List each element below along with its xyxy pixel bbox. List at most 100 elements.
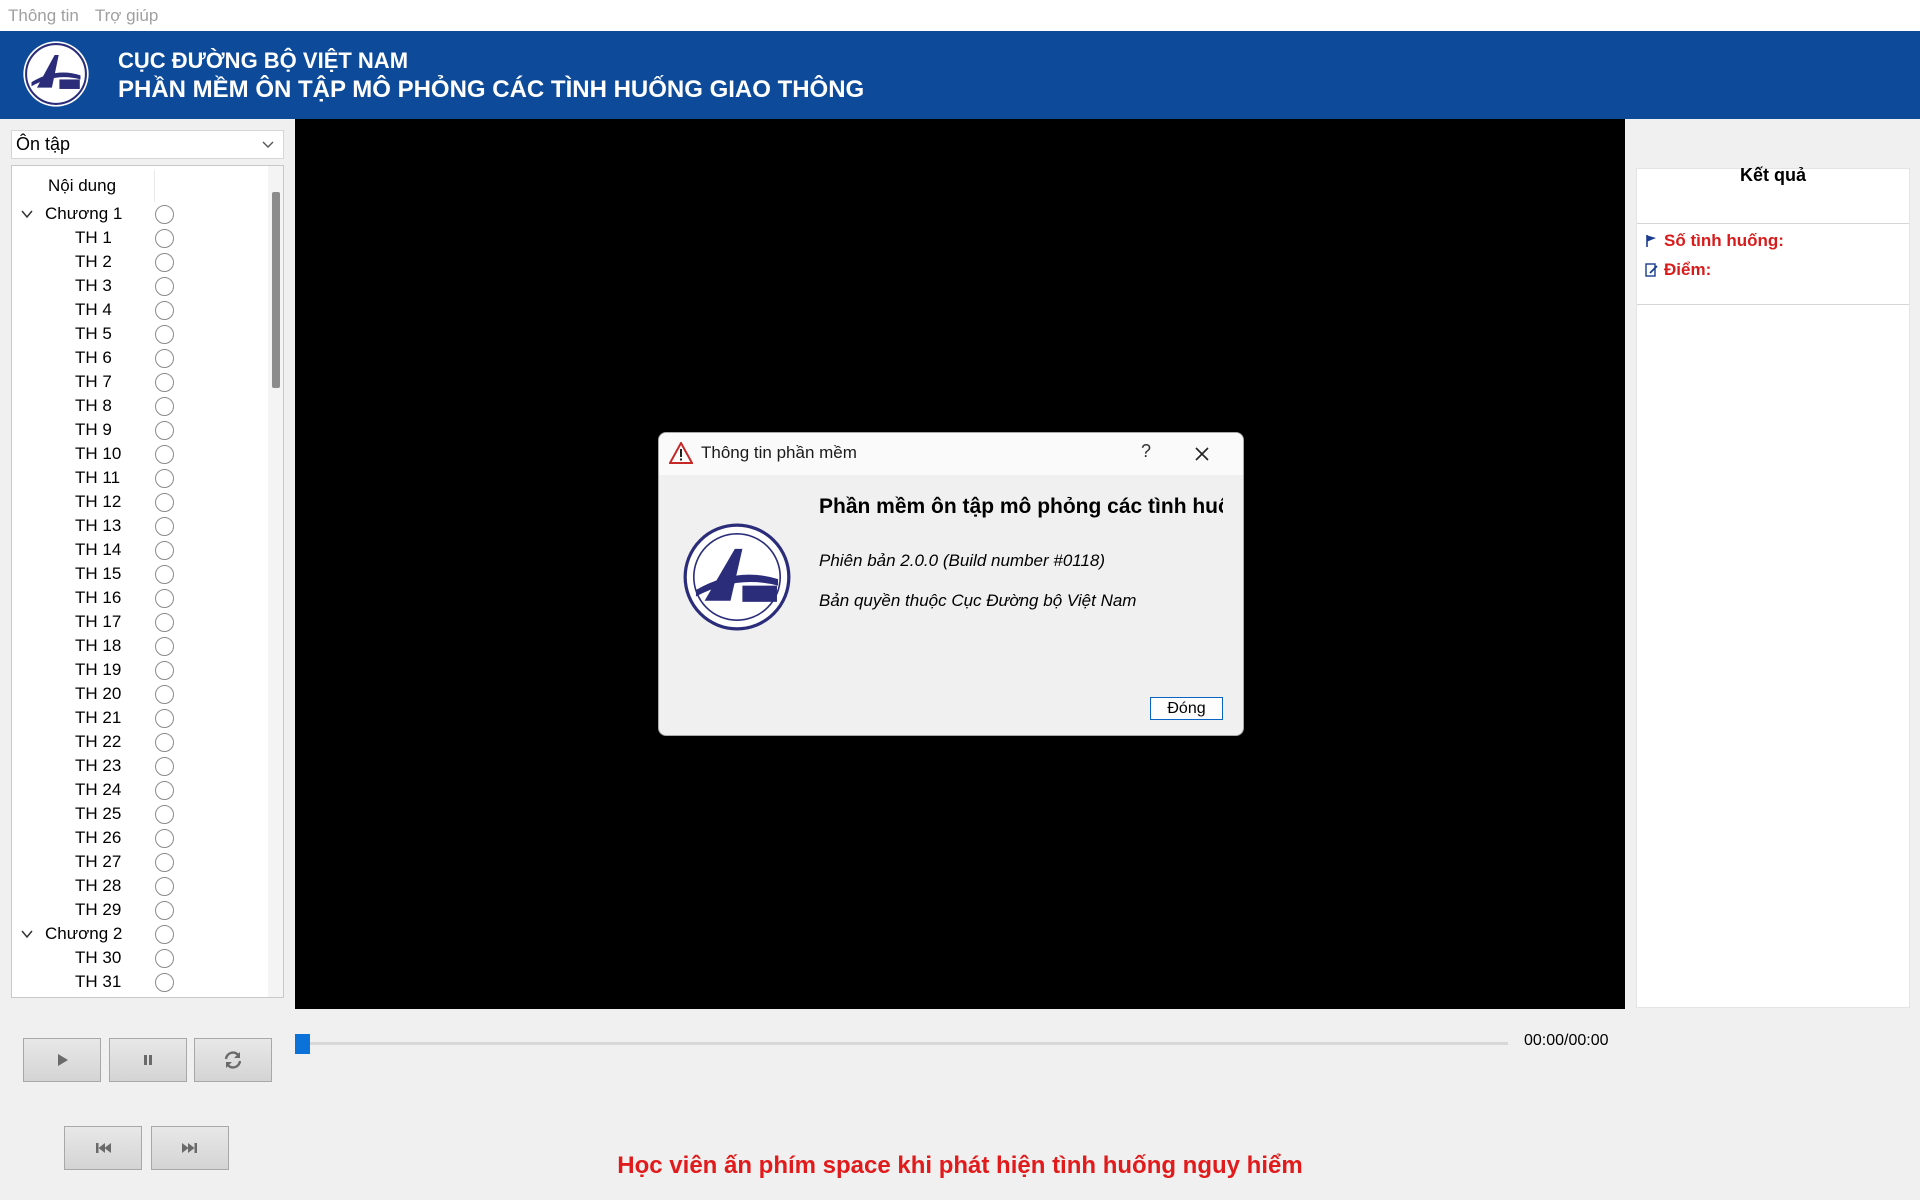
- tree-item-row[interactable]: TH 18: [12, 634, 268, 658]
- tree-item-row[interactable]: TH 13: [12, 514, 268, 538]
- tree-item-row[interactable]: TH 26: [12, 826, 268, 850]
- status-radio[interactable]: [155, 517, 174, 536]
- chevron-down-icon: [262, 141, 274, 148]
- item-label: TH 22: [75, 732, 122, 751]
- dialog-heading: Phần mềm ôn tập mô phỏng các tình huống …: [819, 495, 1223, 518]
- status-radio[interactable]: [155, 373, 174, 392]
- header-org-name: CỤC ĐƯỜNG BỘ VIỆT NAM: [118, 48, 409, 73]
- tree-item-row[interactable]: TH 25: [12, 802, 268, 826]
- status-radio[interactable]: [155, 781, 174, 800]
- status-radio[interactable]: [155, 589, 174, 608]
- status-radio[interactable]: [155, 661, 174, 680]
- status-radio[interactable]: [155, 973, 174, 992]
- status-radio[interactable]: [155, 925, 174, 944]
- menu-item-info[interactable]: Thông tin: [8, 6, 79, 26]
- tree-item-row[interactable]: TH 20: [12, 682, 268, 706]
- status-radio[interactable]: [155, 637, 174, 656]
- status-radio[interactable]: [155, 325, 174, 344]
- tree-item-row[interactable]: TH 8: [12, 394, 268, 418]
- tree-chapter-row[interactable]: Chương 2: [12, 922, 268, 946]
- results-title: Kết quả: [1637, 166, 1909, 224]
- status-radio[interactable]: [155, 733, 174, 752]
- status-radio[interactable]: [155, 421, 174, 440]
- tree-scrollbar[interactable]: [268, 166, 283, 997]
- item-label: TH 19: [75, 660, 122, 679]
- tree-item-row[interactable]: TH 29: [12, 898, 268, 922]
- tree-item-row[interactable]: TH 31: [12, 970, 268, 994]
- tree-item-row[interactable]: TH 16: [12, 586, 268, 610]
- chapter-label: Chương 1: [45, 204, 123, 223]
- previous-button[interactable]: [64, 1126, 142, 1170]
- tree-item-row[interactable]: TH 3: [12, 274, 268, 298]
- item-label: TH 20: [75, 684, 122, 703]
- tree-item-row[interactable]: TH 15: [12, 562, 268, 586]
- tree-item-row[interactable]: TH 7: [12, 370, 268, 394]
- tree-item-row[interactable]: TH 11: [12, 466, 268, 490]
- result-count-row: Số tình huống:: [1645, 230, 1784, 252]
- status-radio[interactable]: [155, 253, 174, 272]
- tree-chapter-row[interactable]: Chương 1: [12, 202, 268, 226]
- status-radio[interactable]: [155, 709, 174, 728]
- status-radio[interactable]: [155, 445, 174, 464]
- mode-select[interactable]: Ôn tập: [11, 130, 284, 159]
- content-tree[interactable]: Nội dung Chương 1 TH 1 TH 2 TH 3 TH 4 TH 5 TH …: [11, 165, 284, 998]
- chevron-down-icon[interactable]: [20, 927, 34, 941]
- tree-item-row[interactable]: TH 6: [12, 346, 268, 370]
- tree-item-row[interactable]: TH 10: [12, 442, 268, 466]
- status-radio[interactable]: [155, 685, 174, 704]
- tree-item-row[interactable]: TH 12: [12, 490, 268, 514]
- tree-item-row[interactable]: TH 9: [12, 418, 268, 442]
- progress-track[interactable]: [300, 1042, 1508, 1045]
- status-radio[interactable]: [155, 613, 174, 632]
- tree-item-row[interactable]: TH 27: [12, 850, 268, 874]
- tree-item-row[interactable]: TH 4: [12, 298, 268, 322]
- time-readout: 00:00/00:00: [1524, 1032, 1609, 1049]
- status-radio[interactable]: [155, 277, 174, 296]
- status-radio[interactable]: [155, 757, 174, 776]
- tree-item-row[interactable]: TH 2: [12, 250, 268, 274]
- tree-item-row[interactable]: TH 5: [12, 322, 268, 346]
- item-label: TH 10: [75, 444, 122, 463]
- status-radio[interactable]: [155, 877, 174, 896]
- item-label: TH 11: [75, 468, 121, 487]
- tree-item-row[interactable]: TH 19: [12, 658, 268, 682]
- next-button[interactable]: [151, 1126, 229, 1170]
- tree-item-row[interactable]: TH 14: [12, 538, 268, 562]
- tree-item-row[interactable]: TH 22: [12, 730, 268, 754]
- menu-item-help[interactable]: Trợ giúp: [95, 6, 158, 26]
- status-radio[interactable]: [155, 349, 174, 368]
- replay-button[interactable]: [194, 1038, 272, 1082]
- status-radio[interactable]: [155, 853, 174, 872]
- tree-item-row[interactable]: TH 23: [12, 754, 268, 778]
- status-radio[interactable]: [155, 397, 174, 416]
- pause-button[interactable]: [109, 1038, 187, 1082]
- status-radio[interactable]: [155, 829, 174, 848]
- pause-icon: [144, 1055, 152, 1065]
- chevron-down-icon[interactable]: [20, 207, 34, 221]
- status-radio[interactable]: [155, 901, 174, 920]
- tree-item-row[interactable]: TH 30: [12, 946, 268, 970]
- help-button[interactable]: ?: [1131, 441, 1161, 467]
- status-radio[interactable]: [155, 205, 174, 224]
- status-radio[interactable]: [155, 301, 174, 320]
- tree-item-row[interactable]: TH 24: [12, 778, 268, 802]
- close-button[interactable]: [1187, 441, 1217, 467]
- progress-thumb[interactable]: [295, 1034, 310, 1054]
- scrollbar-thumb[interactable]: [272, 192, 280, 388]
- tree-item-row[interactable]: TH 1: [12, 226, 268, 250]
- status-radio[interactable]: [155, 949, 174, 968]
- status-radio[interactable]: [155, 565, 174, 584]
- about-dialog: Thông tin phần mềm ? Phần mềm ôn tập mô …: [658, 432, 1244, 736]
- tree-item-row[interactable]: TH 21: [12, 706, 268, 730]
- status-radio[interactable]: [155, 469, 174, 488]
- status-radio[interactable]: [155, 493, 174, 512]
- status-radio[interactable]: [155, 229, 174, 248]
- tree-item-row[interactable]: TH 28: [12, 874, 268, 898]
- status-radio[interactable]: [155, 541, 174, 560]
- status-radio[interactable]: [155, 805, 174, 824]
- dialog-ok-button[interactable]: Đóng: [1150, 697, 1223, 720]
- tree-item-row[interactable]: TH 17: [12, 610, 268, 634]
- dialog-version: Phiên bản 2.0.0 (Build number #0118): [819, 551, 1106, 570]
- hint-text: Học viên ấn phím space khi phát hiện tìn…: [617, 1152, 1303, 1179]
- play-button[interactable]: [23, 1038, 101, 1082]
